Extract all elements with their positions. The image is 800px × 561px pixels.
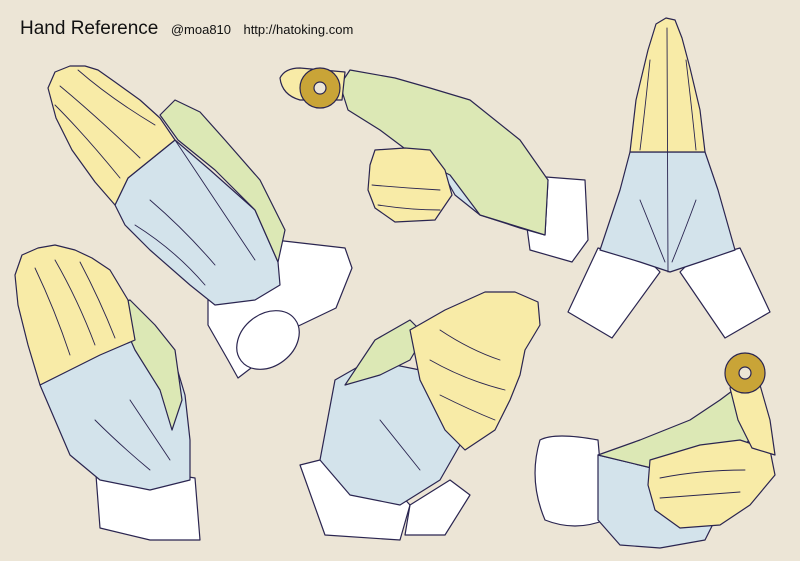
sleeve-cuff [534, 435, 606, 527]
hand-drawings [14, 17, 776, 549]
praying-hands-side-small [14, 244, 201, 541]
praying-hands-front [567, 17, 771, 339]
thumb-and-wrist [339, 69, 549, 236]
fist-holding-coin-up [534, 352, 776, 549]
reference-sheet: Hand Reference @moa810 http://hatoking.c… [0, 0, 800, 561]
praying-hands-angled [299, 291, 541, 541]
hand-holding-coin-pointing [279, 67, 589, 263]
